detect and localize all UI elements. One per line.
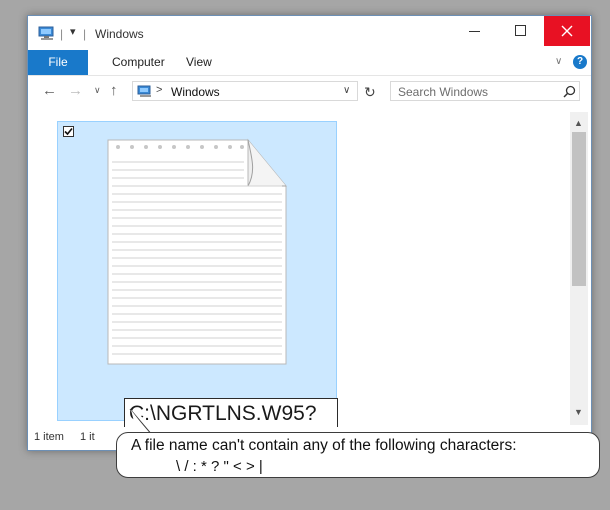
tooltip-characters: \ / : * ? " < > | — [176, 458, 263, 475]
ribbon-tabs: File Computer View ∨ ? — [28, 50, 591, 76]
item-count: 1 item — [34, 431, 64, 443]
title-bar[interactable]: | ▾ | Windows — [28, 16, 591, 50]
address-dropdown-icon[interactable]: ∨ — [343, 85, 350, 96]
search-icon — [563, 85, 576, 98]
close-button[interactable] — [544, 16, 590, 46]
invalid-characters-tooltip: A file name can't contain any of the fol… — [116, 432, 600, 478]
text-document-icon — [107, 138, 288, 365]
window-title: Windows — [95, 27, 144, 41]
tab-view[interactable]: View — [186, 50, 212, 75]
back-arrow-icon[interactable]: ← — [42, 82, 57, 99]
tab-computer[interactable]: Computer — [112, 50, 165, 75]
vertical-scrollbar[interactable]: ▲ ▼ — [570, 112, 588, 425]
address-bar[interactable]: > Windows ∨ — [132, 81, 358, 101]
breadcrumb-separator[interactable]: > — [156, 84, 162, 96]
file-list[interactable]: C:\NGRTLNS.W95? — [28, 112, 570, 430]
maximize-button[interactable] — [498, 16, 544, 46]
recent-locations-icon[interactable]: ∨ — [94, 85, 101, 96]
qat-separator: | — [60, 27, 64, 41]
close-icon — [561, 25, 573, 37]
qat-customize-icon[interactable]: ▾ — [70, 25, 76, 38]
computer-icon[interactable] — [38, 26, 56, 46]
scrollbar-thumb[interactable] — [572, 132, 586, 286]
refresh-icon[interactable]: ↻ — [364, 84, 376, 101]
expand-ribbon-icon[interactable]: ∨ — [555, 56, 562, 67]
qat-separator: | — [83, 27, 87, 41]
navigation-bar: ← → ∨ ↑ > Windows ∨ ↻ Search Windows — [28, 76, 591, 106]
scroll-down-icon[interactable]: ▼ — [574, 407, 583, 417]
minimize-icon — [469, 31, 480, 32]
search-input[interactable]: Search Windows — [390, 81, 580, 101]
computer-icon — [137, 85, 153, 103]
selected-count: 1 it — [80, 431, 95, 443]
item-checkbox[interactable] — [63, 126, 74, 137]
explorer-window: | ▾ | Windows File Computer View ∨ ? ← →… — [27, 15, 592, 451]
breadcrumb-windows[interactable]: Windows — [171, 85, 220, 99]
minimize-button[interactable] — [452, 16, 498, 46]
forward-arrow-icon[interactable]: → — [68, 82, 83, 99]
up-arrow-icon[interactable]: ↑ — [110, 82, 118, 99]
help-icon[interactable]: ? — [573, 55, 587, 69]
search-placeholder: Search Windows — [398, 85, 489, 99]
tooltip-message: A file name can't contain any of the fol… — [131, 437, 517, 454]
scroll-up-icon[interactable]: ▲ — [574, 118, 583, 128]
checkmark-icon — [64, 127, 73, 136]
tab-file[interactable]: File — [28, 50, 88, 75]
maximize-icon — [515, 25, 526, 36]
file-item[interactable]: C:\NGRTLNS.W95? — [57, 121, 338, 430]
